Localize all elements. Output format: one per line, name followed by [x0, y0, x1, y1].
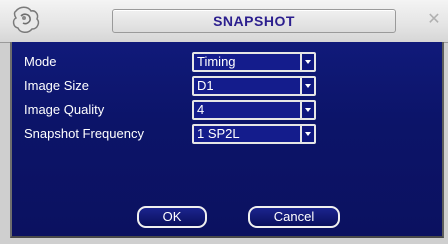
chevron-down-icon[interactable]	[300, 126, 314, 142]
title-box: SNAPSHOT	[112, 9, 396, 33]
chevron-down-icon[interactable]	[300, 78, 314, 94]
app-logo-icon	[12, 6, 40, 33]
image-size-label: Image Size	[24, 78, 90, 93]
image-size-value: D1	[197, 78, 214, 93]
chevron-down-icon[interactable]	[300, 54, 314, 70]
title-bar: SNAPSHOT ✕	[0, 0, 448, 43]
snapshot-frequency-select[interactable]: 1 SP2L	[192, 124, 316, 144]
snapshot-frequency-label: Snapshot Frequency	[24, 126, 144, 141]
close-icon[interactable]: ✕	[426, 12, 442, 28]
image-size-select[interactable]: D1	[192, 76, 316, 96]
dialog-title: SNAPSHOT	[213, 13, 295, 29]
snapshot-frequency-value: 1 SP2L	[197, 126, 240, 141]
chevron-down-icon[interactable]	[300, 102, 314, 118]
ok-button[interactable]: OK	[137, 206, 207, 228]
cancel-button[interactable]: Cancel	[248, 206, 340, 228]
image-quality-select[interactable]: 4	[192, 100, 316, 120]
settings-panel: Mode Timing Image Size D1 Image Quality …	[10, 42, 444, 238]
image-quality-label: Image Quality	[24, 102, 105, 117]
mode-value: Timing	[197, 54, 236, 69]
mode-label: Mode	[24, 54, 57, 69]
image-quality-value: 4	[197, 102, 205, 117]
mode-select[interactable]: Timing	[192, 52, 316, 72]
snapshot-dialog: SNAPSHOT ✕ Mode Timing Image Size D1 Ima…	[0, 0, 448, 244]
